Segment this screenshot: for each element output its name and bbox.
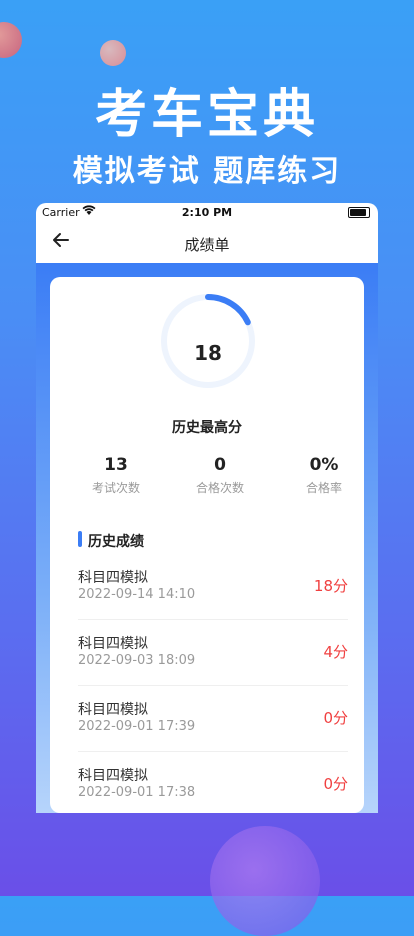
stat-value: 0 (214, 455, 226, 475)
section-accent-bar (78, 531, 82, 547)
stat-pass-rate: 0% 合格率 (272, 455, 376, 496)
best-score-ring-arc (205, 294, 251, 326)
divider (78, 685, 348, 686)
decor-bubble-top (100, 40, 126, 66)
history-section-title: 历史成绩 (88, 534, 144, 550)
record-name: 科目四模拟 (78, 570, 148, 586)
best-score-value: 18 (194, 341, 222, 365)
record-score: 4分 (323, 643, 348, 661)
stat-label: 合格次数 (195, 481, 244, 495)
stat-label: 考试次数 (91, 481, 140, 495)
record-name: 科目四模拟 (78, 636, 148, 652)
divider (78, 619, 348, 620)
history-record[interactable]: 科目四模拟 2022-09-01 17:38 0分 (78, 765, 348, 813)
divider (78, 751, 348, 752)
record-date: 2022-09-01 17:38 (78, 785, 196, 800)
score-card: 18 历史最高分 13 考试次数 0 合格次数 0% 合格率 历史成绩 科目四模… (50, 277, 364, 813)
status-time: 2:10 PM (181, 206, 233, 219)
promo-subtitle: 模拟考试 题库练习 (72, 154, 342, 189)
stat-exam-count: 13 考试次数 (64, 455, 168, 496)
record-date: 2022-09-01 17:39 (78, 719, 196, 734)
stat-label: 合格率 (305, 481, 342, 495)
decor-bubble-bottom (210, 826, 320, 936)
page-title: 成绩单 (184, 236, 230, 254)
history-record[interactable]: 科目四模拟 2022-09-01 17:39 0分 (78, 699, 348, 765)
best-score-label: 历史最高分 (172, 420, 242, 436)
content-area: 18 历史最高分 13 考试次数 0 合格次数 0% 合格率 历史成绩 科目四模… (36, 263, 378, 813)
status-bar: Carrier 2:10 PM (36, 203, 378, 221)
stat-value: 13 (104, 455, 128, 475)
record-name: 科目四模拟 (78, 702, 148, 718)
phone-screen: Carrier 2:10 PM 成绩单 18 历史最高分 13 考试次数 0 合… (36, 203, 378, 813)
record-name: 科目四模拟 (78, 768, 148, 784)
record-date: 2022-09-03 18:09 (78, 653, 196, 668)
record-score: 18分 (313, 577, 348, 595)
record-date: 2022-09-14 14:10 (78, 587, 196, 602)
decor-bubble-left (0, 22, 22, 58)
record-score: 0分 (323, 775, 348, 793)
history-record[interactable]: 科目四模拟 2022-09-14 14:10 18分 (78, 567, 348, 633)
promo-title: 考车宝典 (94, 85, 319, 145)
record-score: 0分 (323, 709, 348, 727)
stat-value: 0% (309, 455, 339, 475)
battery-icon (348, 207, 370, 218)
nav-bar: 成绩单 (36, 221, 378, 263)
stat-pass-count: 0 合格次数 (168, 455, 272, 496)
history-record[interactable]: 科目四模拟 2022-09-03 18:09 4分 (78, 633, 348, 699)
